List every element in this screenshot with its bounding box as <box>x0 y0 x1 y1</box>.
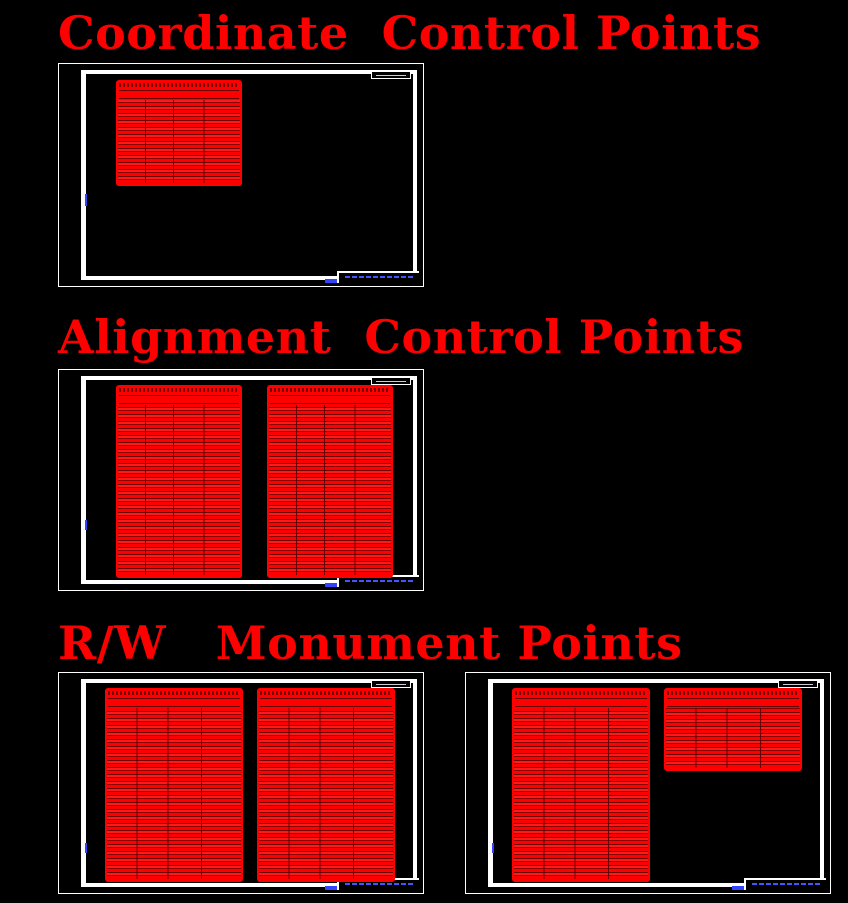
sheet-edge-mark <box>492 843 494 853</box>
title-block-top <box>371 680 411 688</box>
alignment-control-sheet <box>58 369 424 591</box>
rw-monument-sheet-1 <box>58 672 424 894</box>
table-data-rows <box>514 708 648 879</box>
table-title-row <box>260 691 392 695</box>
rw-monument-table-1 <box>105 688 243 882</box>
table-title-row <box>119 388 239 392</box>
table-data-rows <box>118 405 240 575</box>
table-data-rows <box>259 708 393 879</box>
table-title-row <box>119 83 239 87</box>
table-column-header-row <box>119 90 239 99</box>
title-block-top <box>778 680 818 688</box>
title-block-bottom <box>732 878 826 890</box>
table-data-rows <box>666 708 800 768</box>
table-data-rows <box>118 100 240 183</box>
table-title-row <box>667 691 799 695</box>
title-block-top <box>371 377 411 385</box>
table-column-header-row <box>515 698 647 707</box>
rw-monument-table-4 <box>664 688 802 771</box>
coordinate-control-points-heading: Coordinate Control Points <box>58 6 762 60</box>
table-title-row <box>515 691 647 695</box>
table-column-header-row <box>108 698 240 707</box>
alignment-control-table-right <box>267 385 393 578</box>
coordinate-control-table <box>116 80 242 186</box>
table-title-row <box>270 388 390 392</box>
rw-monument-table-3 <box>512 688 650 882</box>
title-block-bottom <box>325 271 419 283</box>
table-column-header-row <box>270 395 390 404</box>
table-column-header-row <box>119 395 239 404</box>
table-column-header-row <box>667 698 799 707</box>
table-title-row <box>108 691 240 695</box>
table-data-rows <box>269 405 391 575</box>
rw-monument-table-2 <box>257 688 395 882</box>
table-data-rows <box>107 708 241 879</box>
table-column-header-row <box>260 698 392 707</box>
alignment-control-table-left <box>116 385 242 578</box>
coordinate-control-sheet <box>58 63 424 287</box>
title-block-top <box>371 71 411 79</box>
sheet-edge-mark <box>85 843 87 853</box>
sheet-edge-mark <box>85 520 87 530</box>
alignment-control-points-heading: Alignment Control Points <box>58 310 744 364</box>
rw-monument-sheet-2 <box>465 672 831 894</box>
sheet-edge-mark <box>85 194 87 206</box>
rw-monument-points-heading: R/W Monument Points <box>58 616 683 670</box>
